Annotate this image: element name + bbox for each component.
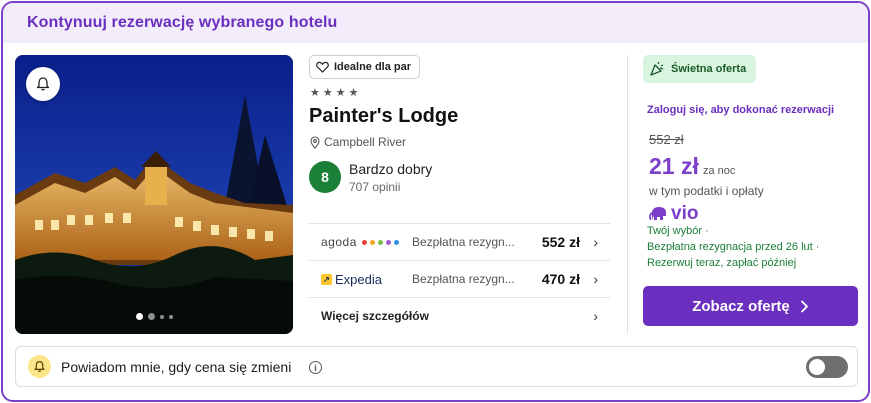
view-offer-button[interactable]: Zobacz ofertę [643,286,858,326]
star-rating: ★ ★ ★ ★ [310,87,359,99]
more-details-row[interactable]: Więcej szczegółów › [309,297,610,334]
agoda-dot [361,239,367,245]
card-header: Kontynuuj rezerwację wybranego hotelu [3,3,868,43]
perk-text: Bezpłatna rezygnacja przed 26 lut · [647,241,820,253]
chevron-right-icon: › [593,271,598,287]
agoda-dot [377,239,383,245]
party-popper-icon [650,61,664,76]
partner-name: vio [671,203,699,224]
review-count[interactable]: 707 opinii [349,180,400,194]
bell-icon [36,77,50,91]
hotel-name[interactable]: Painter's Lodge [309,105,458,128]
expedia-logo: ↗ Expedia [321,261,382,297]
bell-icon [28,355,51,378]
perk-text: Rezerwuj teraz, zapłać później [647,257,797,269]
tag-label: Idealne dla par [334,61,412,73]
price-alert-bar: Powiadom mnie, gdy cena się zmieni i [15,346,858,387]
location-pin-icon [310,135,320,149]
chevron-right-icon [800,300,808,312]
agoda-dot [393,239,399,245]
offer-row-expedia[interactable]: ↗ Expedia Bezpłatna rezygn... 470 zł › [309,260,610,297]
location-text: Campbell River [324,135,407,149]
price-alert-label: Powiadom mnie, gdy cena się zmieni [61,359,292,375]
couples-tag: Idealne dla par [309,55,421,79]
rating-score-badge: 8 [309,161,341,193]
offer-price: 470 zł [541,271,580,287]
provider-name: agoda [321,235,357,249]
carousel-dot[interactable] [159,314,164,319]
agoda-logo: agoda [321,224,399,260]
column-divider [627,55,628,334]
hotel-photo[interactable] [15,55,293,334]
vio-logo: vio [649,203,698,225]
rating-label: Bardzo dobry [349,161,433,177]
provider-name: Expedia [335,271,382,287]
heart-icon [316,61,329,73]
carousel-dot[interactable] [168,314,173,319]
agoda-dot [385,239,391,245]
login-link[interactable]: Zaloguj się, aby dokonać rezerwacji [647,104,834,116]
offer-price: 552 zł [541,234,580,250]
view-offer-label: Zobacz ofertę [692,297,790,315]
agoda-dot [369,239,375,245]
hotel-location: Campbell River [309,135,406,149]
chevron-right-icon: › [593,234,598,250]
new-price: 21 zł [649,153,699,179]
star-icon: ★ [322,87,333,99]
price-alert-toggle[interactable] [806,356,848,378]
per-night-label: za noc [703,165,736,177]
hotel-image [15,55,293,334]
old-price: 552 zł [649,132,684,147]
chevron-right-icon: › [593,308,598,324]
perk-text: Twój wybór · [647,225,709,237]
watch-price-button[interactable] [26,67,60,101]
expedia-arrow-icon: ↗ [321,273,332,285]
vio-elephant-icon [649,207,666,220]
offer-row-agoda[interactable]: agoda Bezpłatna rezygn... 552 zł › [309,223,610,260]
more-details-link[interactable]: Więcej szczegółów [321,309,429,323]
taxes-note: w tym podatki i opłaty [649,184,764,198]
toggle-knob [809,359,825,375]
carousel-dot[interactable] [147,313,155,320]
cancellation-text: Bezpłatna rezygn... [412,235,515,249]
deal-badge: Świetna oferta [643,55,757,83]
deal-label: Świetna oferta [671,63,747,75]
carousel-dot[interactable] [135,313,143,320]
hotel-card: Kontynuuj rezerwację wybranego hotelu Id… [1,1,870,402]
info-icon[interactable]: i [309,361,322,374]
star-icon: ★ [310,87,320,99]
carousel-dots[interactable] [15,313,293,320]
cancellation-text: Bezpłatna rezygn... [412,272,515,286]
star-icon: ★ [335,87,346,99]
card-title: Kontynuuj rezerwację wybranego hotelu [27,14,338,31]
star-icon: ★ [348,87,359,99]
